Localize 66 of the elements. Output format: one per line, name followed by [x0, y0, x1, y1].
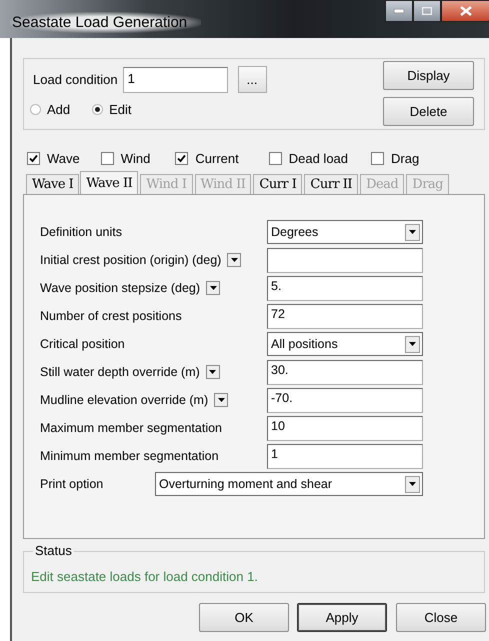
browse-button[interactable]: ... — [238, 66, 267, 93]
input-field[interactable]: 72 — [267, 304, 423, 328]
caret-icon — [409, 230, 416, 234]
caret-icon — [210, 286, 217, 290]
checkbox[interactable] — [100, 152, 114, 164]
tab[interactable]: Wave II — [80, 171, 138, 194]
caret-icon — [209, 370, 216, 374]
tab[interactable]: Curr I — [253, 174, 302, 194]
minimize-icon — [394, 9, 404, 13]
maximize-icon — [422, 7, 432, 15]
field-label: Initial crest position (origin) (deg) — [40, 253, 222, 267]
field-label: Critical position — [40, 337, 125, 351]
window-title: Seastate Load Generation — [10, 12, 202, 33]
close-icon — [460, 6, 472, 16]
field-label: Minimum member segmentation — [40, 449, 219, 463]
unit-dropdown-button[interactable] — [214, 393, 228, 407]
action-button[interactable]: Delete — [383, 97, 474, 126]
unit-dropdown-button[interactable] — [206, 281, 220, 295]
checkbox-label[interactable]: Drag — [391, 150, 420, 166]
input-field[interactable] — [267, 248, 423, 272]
radio-button[interactable] — [30, 104, 41, 115]
close-button[interactable] — [441, 0, 489, 22]
caret-icon — [409, 342, 416, 346]
input-field[interactable]: 30. — [267, 360, 423, 384]
input-field[interactable]: 10 — [267, 416, 423, 440]
field-label: Still water depth override (m) — [40, 365, 200, 379]
tab[interactable]: Curr II — [304, 174, 358, 194]
field-label: Wave position stepsize (deg) — [40, 281, 200, 295]
radio-button[interactable] — [92, 104, 104, 115]
caret-icon — [218, 398, 225, 402]
dropdown-field[interactable]: Degrees — [267, 220, 423, 244]
input-field[interactable]: -70. — [267, 388, 423, 412]
caret-icon — [230, 258, 238, 262]
checkbox[interactable] — [371, 152, 384, 164]
input-field[interactable]: 1 — [122, 66, 228, 92]
checkbox-label[interactable]: Current — [195, 150, 239, 166]
minimize-button[interactable] — [385, 0, 413, 22]
checkbox-label[interactable]: Wind — [120, 150, 150, 166]
dialog-button[interactable]: OK — [199, 603, 289, 632]
group-title: Status — [33, 543, 74, 558]
radio-label[interactable]: Edit — [109, 102, 132, 117]
unit-dropdown-button[interactable] — [206, 365, 220, 379]
checkbox-label[interactable]: Dead load — [288, 150, 348, 166]
status-message: Edit seastate loads for load condition 1. — [31, 569, 258, 584]
dialog-button[interactable]: Apply — [297, 603, 387, 632]
radio-label[interactable]: Add — [47, 102, 70, 117]
caret-icon — [409, 482, 416, 486]
maximize-button[interactable] — [413, 0, 441, 22]
dropdown-field[interactable]: Overturning moment and shear — [155, 472, 423, 496]
field-label: Print option — [40, 477, 104, 491]
tab[interactable]: Wave I — [26, 174, 80, 194]
checkbox[interactable] — [175, 152, 188, 164]
action-button[interactable]: Display — [383, 61, 474, 90]
field-label: Number of crest positions — [40, 309, 182, 323]
dropdown-field[interactable]: All positions — [267, 332, 423, 356]
checkbox[interactable] — [268, 152, 282, 164]
unit-dropdown-button[interactable] — [227, 253, 242, 267]
load-condition-label: Load condition — [33, 72, 118, 87]
input-field[interactable]: 5. — [267, 276, 423, 300]
input-field[interactable]: 1 — [267, 444, 423, 468]
field-label: Maximum member segmentation — [40, 421, 222, 435]
checkbox[interactable] — [27, 152, 40, 164]
checkbox-label[interactable]: Wave — [47, 150, 80, 166]
dialog-button[interactable]: Close — [396, 603, 486, 632]
field-label: Definition units — [40, 225, 122, 239]
field-label: Mudline elevation override (m) — [40, 393, 208, 407]
